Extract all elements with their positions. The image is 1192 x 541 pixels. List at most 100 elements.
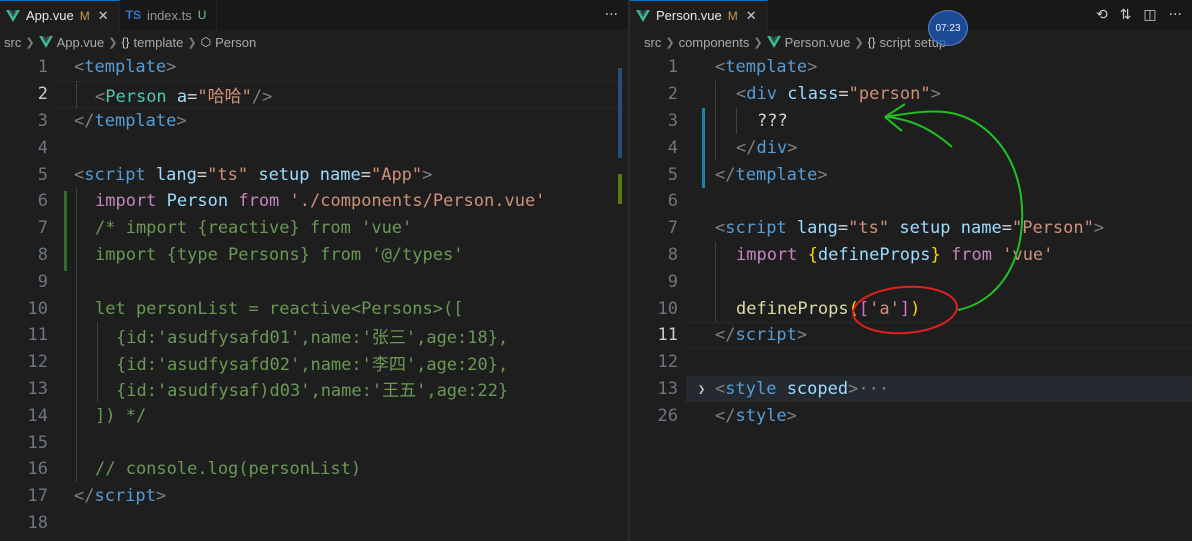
close-icon[interactable]: ✕ <box>98 8 109 24</box>
line-number: 12 <box>657 352 678 373</box>
code-line[interactable]: 8 import {defineProps} from 'vue' <box>630 242 1192 269</box>
braces-icon: {} <box>867 35 876 49</box>
code-line[interactable]: 11 </script> <box>630 322 1192 349</box>
code-line[interactable]: 17 </script> <box>0 483 628 510</box>
code-token: import {type Persons} from '@/types' <box>95 244 464 265</box>
line-number: 6 <box>667 191 678 212</box>
more-actions-icon[interactable]: ··· <box>1169 7 1182 23</box>
breadcrumb-item[interactable]: components <box>679 35 750 50</box>
code-line[interactable]: 4 <box>0 134 628 161</box>
code-line[interactable]: 7 <script lang="ts" setup name="Person"> <box>630 215 1192 242</box>
code-line[interactable]: 12 {id:'asudfysafd02',name:'李四',age:20}, <box>0 349 628 376</box>
code-token: "App" <box>370 164 423 185</box>
code-text: <Person a="哈哈"/> <box>95 82 272 107</box>
right-code-editor[interactable]: 1 <template> 2 <div class="person"> 3??? 4 </d… <box>630 54 1192 541</box>
fold-chevron-icon[interactable]: ❯ <box>698 382 705 396</box>
code-line[interactable]: 11 {id:'asudfysafd01',name:'张三',age:18}, <box>0 322 628 349</box>
line-number: 8 <box>667 244 678 265</box>
code-token: < <box>736 84 747 105</box>
line-number: 3 <box>37 110 48 131</box>
vue-icon <box>766 36 781 48</box>
tab-person-vue[interactable]: Person.vue M ✕ <box>630 0 768 30</box>
breadcrumb: src ❯ App.vue ❯ {} template ❯ ⬡ Person <box>0 30 628 54</box>
code-token: template <box>84 57 167 78</box>
split-editor-icon[interactable]: ◫ <box>1143 7 1156 23</box>
code-text: ]) */ <box>95 406 146 426</box>
code-token: template <box>725 57 808 78</box>
code-token: Person <box>105 86 167 107</box>
code-line[interactable]: 12 <box>630 349 1192 376</box>
code-line[interactable]: 1 <template> <box>630 54 1192 81</box>
code-line[interactable]: 9 <box>0 268 628 295</box>
code-token: setup <box>899 218 951 239</box>
code-text: import {defineProps} from 'vue' <box>736 245 1053 265</box>
history-icon[interactable]: ⟲ <box>1096 7 1108 23</box>
code-line[interactable]: 18 <box>0 510 628 537</box>
left-code-editor[interactable]: 1 <template> 2 <Person a="哈哈"/> 3 </template>… <box>0 54 628 541</box>
code-token: script <box>94 486 156 507</box>
code-line[interactable]: 2 <div class="person"> <box>630 81 1192 108</box>
code-token: [ <box>858 298 870 319</box>
code-token: import <box>736 244 798 265</box>
code-line[interactable]: 13 <style scoped>··· ❯ <box>630 376 1192 403</box>
code-text: {id:'asudfysafd01',name:'张三',age:18}, <box>116 323 508 348</box>
code-token: let personList = reactive<Persons>([ <box>95 298 464 319</box>
breadcrumb-item[interactable]: Person.vue <box>785 35 851 50</box>
code-token: > <box>422 164 433 185</box>
code-line[interactable]: 3 </template> <box>0 108 628 135</box>
code-line[interactable]: 7 /* import {reactive} from 'vue' <box>0 215 628 242</box>
breadcrumb-item[interactable]: Person <box>215 35 256 50</box>
code-line[interactable]: 13 {id:'asudfysaf)d03',name:'王五',age:22} <box>0 376 628 403</box>
code-token: </ <box>736 137 757 158</box>
code-line[interactable]: 1 <template> <box>0 54 628 81</box>
code-token: /* import {reactive} from 'vue' <box>95 218 413 239</box>
breadcrumb-item[interactable]: App.vue <box>57 35 105 50</box>
code-line[interactable]: 10 defineProps(['a']) <box>630 295 1192 322</box>
code-line[interactable]: 14]) */ <box>0 402 628 429</box>
close-icon[interactable]: ✕ <box>746 8 757 24</box>
code-token: import <box>95 191 157 212</box>
code-token: = <box>838 84 849 105</box>
code-token: > <box>787 137 798 158</box>
code-token: > <box>930 84 941 105</box>
chevron-right-icon: ❯ <box>665 36 675 49</box>
code-line[interactable]: 6 <box>630 188 1192 215</box>
code-line[interactable]: 8 import {type Persons} from '@/types' <box>0 242 628 269</box>
tab-index-ts[interactable]: TS index.ts U <box>119 0 218 30</box>
breadcrumb-item[interactable]: src <box>644 35 661 50</box>
code-token: {id:'asudfysafd01',name:'张三',age:18}, <box>116 327 509 348</box>
tab-actions: ··· <box>605 0 628 30</box>
code-token: " <box>848 84 859 105</box>
code-token: </ <box>715 164 736 185</box>
code-text: import Person from './components/Person.… <box>95 191 545 211</box>
code-token: {id:'asudfysafd02',name:'李四',age:20}, <box>116 354 509 375</box>
code-token: lang <box>796 218 838 239</box>
line-number: 11 <box>27 325 48 346</box>
code-line[interactable]: 26 </style> <box>630 402 1192 429</box>
code-line[interactable]: 9 <box>630 268 1192 295</box>
code-line[interactable]: 16 // console.log(personList) <box>0 456 628 483</box>
tab-app-vue[interactable]: App.vue M ✕ <box>0 0 120 30</box>
breadcrumb-item[interactable]: src <box>4 35 21 50</box>
code-token: script <box>725 218 787 239</box>
code-line[interactable]: 2 <Person a="哈哈"/> <box>0 81 628 108</box>
code-line[interactable]: 5 <script lang="ts" setup name="App"> <box>0 161 628 188</box>
code-line[interactable]: 4 </div> <box>630 134 1192 161</box>
code-text: {id:'asudfysafd02',name:'李四',age:20}, <box>116 350 508 375</box>
code-token: class <box>787 84 839 105</box>
breadcrumb-item[interactable]: template <box>134 35 184 50</box>
code-line[interactable]: 5 </template> <box>630 161 1192 188</box>
code-line[interactable]: 15 <box>0 429 628 456</box>
code-line[interactable]: 10 let personList = reactive<Persons>([ <box>0 295 628 322</box>
tab-status-badge: M <box>79 8 90 23</box>
code-line[interactable]: 3??? <box>630 108 1192 135</box>
more-actions-icon[interactable]: ··· <box>605 7 618 23</box>
chevron-right-icon: ❯ <box>753 36 763 49</box>
code-line[interactable]: 6 import Person from './components/Person… <box>0 188 628 215</box>
compare-changes-icon[interactable]: ⇅ <box>1120 7 1132 23</box>
code-token: > <box>796 325 808 346</box>
